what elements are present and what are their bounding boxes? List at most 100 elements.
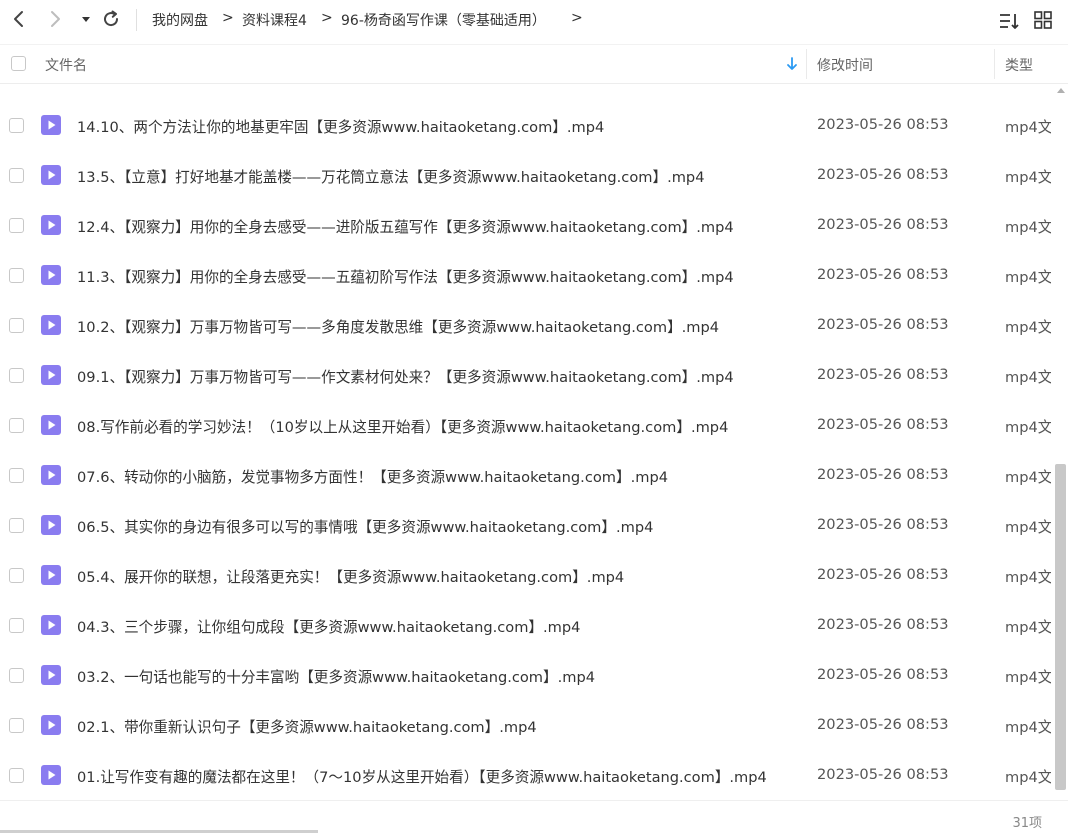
column-name-header[interactable]: 文件名 xyxy=(45,55,87,75)
video-file-icon xyxy=(41,265,61,285)
video-file-icon xyxy=(41,465,61,485)
file-type: mp4文件 xyxy=(1005,619,1051,636)
column-type-header[interactable]: 类型 xyxy=(1005,55,1033,75)
file-name[interactable]: 03.2、一句话也能写的十分丰富哟【更多资源www.haitaoketang.c… xyxy=(77,666,595,687)
breadcrumb-item-current[interactable]: 96-杨奇函写作课（零基础适用） xyxy=(341,10,546,30)
file-type: mp4文件 xyxy=(1005,219,1051,236)
file-name[interactable]: 09.1、【观察力】万事万物皆可写——作文素材何处来？【更多资源www.hait… xyxy=(77,366,734,387)
file-row[interactable]: 12.4、【观察力】用你的全身去感受——进阶版五蕴写作【更多资源www.hait… xyxy=(0,201,1054,251)
row-checkbox[interactable] xyxy=(9,718,24,733)
file-row[interactable]: 07.6、转动你的小脑筋，发觉事物多方面性！【更多资源www.haitaoket… xyxy=(0,451,1054,501)
file-row[interactable]: 01.让写作变有趣的魔法都在这里！（7～10岁从这里开始看）【更多资源www.h… xyxy=(0,751,1054,799)
back-button[interactable] xyxy=(8,8,30,30)
refresh-button[interactable] xyxy=(100,8,122,30)
video-file-icon xyxy=(41,615,61,635)
file-name[interactable]: 08.写作前必看的学习妙法！（10岁以上从这里开始看）【更多资源www.hait… xyxy=(77,416,728,437)
breadcrumb-item-root[interactable]: 我的网盘 xyxy=(152,10,208,30)
file-type: mp4文件 xyxy=(1005,769,1051,786)
file-name[interactable]: 13.5、【立意】打好地基才能盖楼——万花筒立意法【更多资源www.haitao… xyxy=(77,166,704,187)
row-checkbox[interactable] xyxy=(9,768,24,783)
item-count: 31项 xyxy=(1012,816,1042,831)
row-checkbox[interactable] xyxy=(9,118,24,133)
file-name[interactable]: 04.3、三个步骤，让你组句成段【更多资源www.haitaoketang.co… xyxy=(77,616,580,637)
row-checkbox[interactable] xyxy=(9,218,24,233)
file-modified-date: 2023-05-26 08:53 xyxy=(817,616,949,633)
sort-button[interactable] xyxy=(998,10,1020,32)
file-row[interactable]: 03.2、一句话也能写的十分丰富哟【更多资源www.haitaoketang.c… xyxy=(0,651,1054,701)
row-checkbox[interactable] xyxy=(9,368,24,383)
file-modified-date: 2023-05-26 08:53 xyxy=(817,416,949,433)
video-file-icon xyxy=(41,165,61,185)
file-type: mp4文件 xyxy=(1005,419,1051,436)
file-row[interactable]: 09.1、【观察力】万事万物皆可写——作文素材何处来？【更多资源www.hait… xyxy=(0,351,1054,401)
file-row[interactable]: 11.3、【观察力】用你的全身去感受——五蕴初阶写作法【更多资源www.hait… xyxy=(0,251,1054,301)
caret-down-icon xyxy=(82,17,90,22)
file-row[interactable]: 04.3、三个步骤，让你组句成段【更多资源www.haitaoketang.co… xyxy=(0,601,1054,651)
breadcrumb-separator: > xyxy=(222,10,234,26)
file-row[interactable]: 02.1、带你重新认识句子【更多资源www.haitaoketang.com】.… xyxy=(0,701,1054,751)
file-modified-date: 2023-05-26 08:53 xyxy=(817,116,949,133)
file-name[interactable]: 02.1、带你重新认识句子【更多资源www.haitaoketang.com】.… xyxy=(77,716,537,737)
row-checkbox[interactable] xyxy=(9,418,24,433)
toolbar: 我的网盘 > 资料课程4 > 96-杨奇函写作课（零基础适用） > xyxy=(0,0,1068,40)
scrollbar-thumb[interactable] xyxy=(1055,464,1066,790)
row-checkbox[interactable] xyxy=(9,618,24,633)
video-file-icon xyxy=(41,415,61,435)
file-row[interactable]: 05.4、展开你的联想，让段落更充实！【更多资源www.haitaoketang… xyxy=(0,551,1054,601)
chevron-right-icon xyxy=(51,11,60,27)
file-row[interactable]: 06.5、其实你的身边有很多可以写的事情哦【更多资源www.haitaoketa… xyxy=(0,501,1054,551)
row-checkbox[interactable] xyxy=(9,318,24,333)
file-name[interactable]: 05.4、展开你的联想，让段落更充实！【更多资源www.haitaoketang… xyxy=(77,566,624,587)
file-name[interactable]: 11.3、【观察力】用你的全身去感受——五蕴初阶写作法【更多资源www.hait… xyxy=(77,266,734,287)
video-file-icon xyxy=(41,715,61,735)
row-checkbox[interactable] xyxy=(9,668,24,683)
file-name[interactable]: 06.5、其实你的身边有很多可以写的事情哦【更多资源www.haitaoketa… xyxy=(77,516,653,537)
file-type: mp4文件 xyxy=(1005,269,1051,286)
file-modified-date: 2023-05-26 08:53 xyxy=(817,316,949,333)
sort-list-icon xyxy=(1000,14,1019,29)
row-checkbox[interactable] xyxy=(9,268,24,283)
row-checkbox[interactable] xyxy=(9,568,24,583)
file-modified-date: 2023-05-26 08:53 xyxy=(817,666,949,683)
file-name[interactable]: 07.6、转动你的小脑筋，发觉事物多方面性！【更多资源www.haitaoket… xyxy=(77,466,668,487)
history-dropdown-button[interactable] xyxy=(79,8,93,30)
forward-button[interactable] xyxy=(44,8,66,30)
video-file-icon xyxy=(41,665,61,685)
file-name[interactable]: 14.10、两个方法让你的地基更牢固【更多资源www.haitaoketang.… xyxy=(77,116,604,137)
column-header: 文件名 修改时间 类型 xyxy=(0,44,1068,84)
arrow-down-icon[interactable] xyxy=(785,57,799,71)
grid-view-icon xyxy=(1034,11,1052,29)
breadcrumb-separator: > xyxy=(571,10,583,26)
file-type: mp4文件 xyxy=(1005,519,1051,536)
file-type: mp4文件 xyxy=(1005,169,1051,186)
breadcrumb-separator: > xyxy=(321,10,333,26)
file-modified-date: 2023-05-26 08:53 xyxy=(817,766,949,783)
file-row[interactable]: 14.10、两个方法让你的地基更牢固【更多资源www.haitaoketang.… xyxy=(0,101,1054,151)
column-modified-header[interactable]: 修改时间 xyxy=(817,55,873,75)
scroll-up-arrow-icon[interactable] xyxy=(1056,86,1066,94)
select-all-checkbox[interactable] xyxy=(11,56,26,71)
video-file-icon xyxy=(41,215,61,235)
breadcrumb-item-folder[interactable]: 资料课程4 xyxy=(242,10,307,30)
row-checkbox[interactable] xyxy=(9,518,24,533)
file-type: mp4文件 xyxy=(1005,719,1051,736)
file-type: mp4文件 xyxy=(1005,569,1051,586)
column-divider[interactable] xyxy=(806,49,807,79)
row-checkbox[interactable] xyxy=(9,168,24,183)
file-modified-date: 2023-05-26 08:53 xyxy=(817,466,949,483)
view-toggle-button[interactable] xyxy=(1033,10,1055,32)
file-modified-date: 2023-05-26 08:53 xyxy=(817,216,949,233)
file-name[interactable]: 10.2、【观察力】万事万物皆可写——多角度发散思维【更多资源www.haita… xyxy=(77,316,719,337)
file-list: 14.10、两个方法让你的地基更牢固【更多资源www.haitaoketang.… xyxy=(0,83,1054,799)
file-modified-date: 2023-05-26 08:53 xyxy=(817,366,949,383)
file-row[interactable]: 13.5、【立意】打好地基才能盖楼——万花筒立意法【更多资源www.haitao… xyxy=(0,151,1054,201)
file-name[interactable]: 01.让写作变有趣的魔法都在这里！（7～10岁从这里开始看）【更多资源www.h… xyxy=(77,766,767,787)
file-modified-date: 2023-05-26 08:53 xyxy=(817,266,949,283)
file-row[interactable]: 10.2、【观察力】万事万物皆可写——多角度发散思维【更多资源www.haita… xyxy=(0,301,1054,351)
row-checkbox[interactable] xyxy=(9,468,24,483)
file-type: mp4文件 xyxy=(1005,319,1051,336)
file-name[interactable]: 12.4、【观察力】用你的全身去感受——进阶版五蕴写作【更多资源www.hait… xyxy=(77,216,734,237)
column-divider[interactable] xyxy=(994,49,995,79)
status-bar: 31项 xyxy=(0,800,1068,833)
file-row[interactable]: 08.写作前必看的学习妙法！（10岁以上从这里开始看）【更多资源www.hait… xyxy=(0,401,1054,451)
